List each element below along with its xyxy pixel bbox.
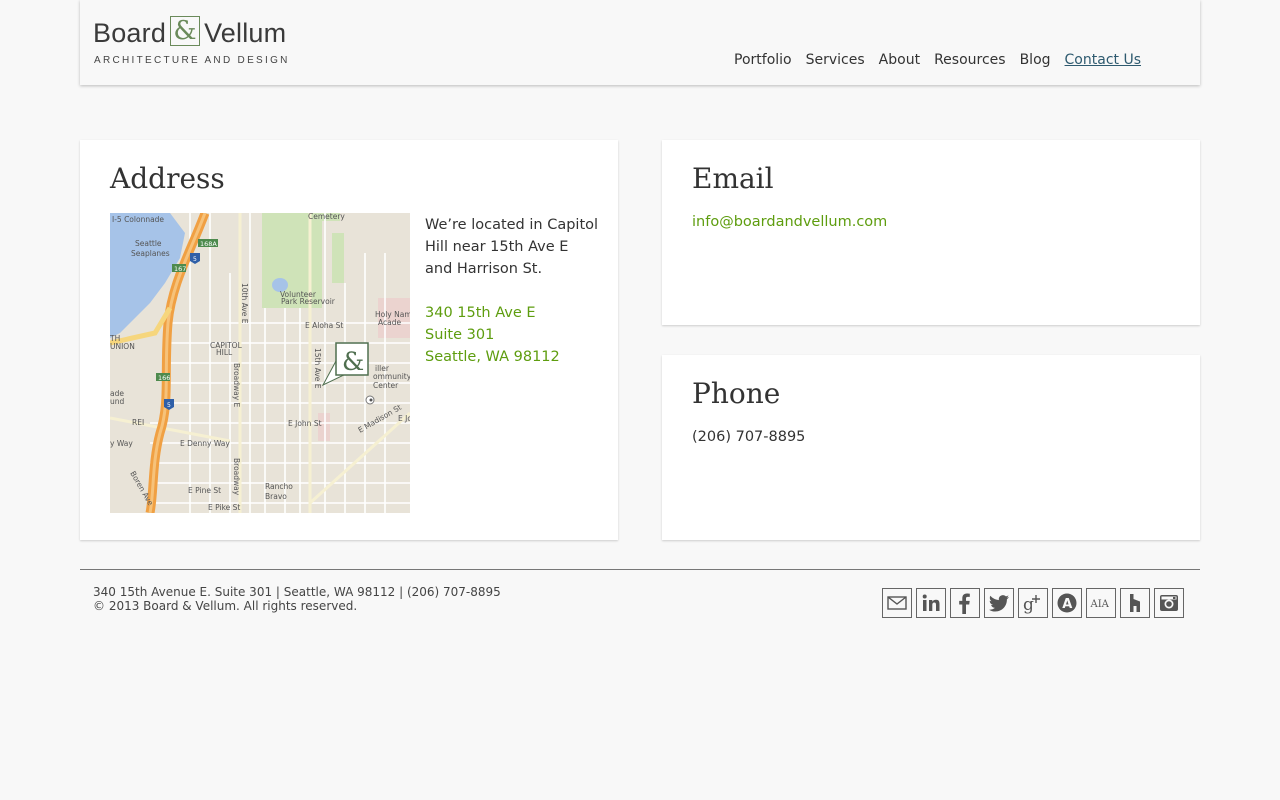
address-lines: 340 15th Ave E Suite 301 Seattle, WA 981…: [425, 302, 560, 368]
address-line-city[interactable]: Seattle, WA 98112: [425, 346, 560, 368]
svg-text:E Pine St: E Pine St: [188, 486, 221, 495]
phone-card: Phone (206) 707-8895: [662, 355, 1200, 540]
svg-text:E Denny Way: E Denny Way: [180, 439, 230, 448]
svg-text:Bravo: Bravo: [265, 492, 287, 501]
nav-blog[interactable]: Blog: [1020, 52, 1051, 68]
svg-text:Seattle: Seattle: [135, 239, 162, 248]
svg-text:E Aloha St: E Aloha St: [305, 321, 343, 330]
address-line-suite[interactable]: Suite 301: [425, 324, 560, 346]
email-card: Email info@boardandvellum.com: [662, 140, 1200, 325]
svg-text:5: 5: [167, 402, 171, 409]
footer-address: 340 15th Avenue E. Suite 301 | Seattle, …: [93, 585, 501, 599]
email-icon[interactable]: [882, 588, 912, 618]
logo-tagline: ARCHITECTURE AND DESIGN: [94, 55, 290, 66]
svg-text:Center: Center: [373, 381, 399, 390]
svg-text:und: und: [110, 397, 125, 406]
svg-text:g: g: [1023, 595, 1034, 614]
svg-text:E John St: E John St: [288, 419, 322, 428]
svg-text:&: &: [342, 347, 364, 376]
nav-resources[interactable]: Resources: [934, 52, 1006, 68]
nav-about[interactable]: About: [879, 52, 920, 68]
footer-info: 340 15th Avenue E. Suite 301 | Seattle, …: [93, 585, 501, 613]
svg-text:Park Reservoir: Park Reservoir: [281, 297, 336, 306]
svg-text:HILL: HILL: [216, 348, 233, 357]
svg-text:Acade: Acade: [378, 318, 401, 327]
svg-text:10th Ave E: 10th Ave E: [240, 283, 249, 324]
facebook-icon[interactable]: [950, 588, 980, 618]
phone-number: (206) 707-8895: [692, 429, 806, 445]
svg-text:I-5 Colonnade: I-5 Colonnade: [112, 215, 164, 224]
map-graphic: I-5 Colonnade Cemetery SeattleSeaplanes …: [110, 213, 410, 513]
svg-text:y Way: y Way: [110, 439, 133, 448]
svg-text:5: 5: [193, 256, 197, 263]
nav-portfolio[interactable]: Portfolio: [734, 52, 792, 68]
nav-services[interactable]: Services: [806, 52, 865, 68]
svg-text:Cemetery: Cemetery: [308, 213, 345, 221]
svg-text:15th Ave E: 15th Ave E: [313, 348, 322, 389]
location-map[interactable]: I-5 Colonnade Cemetery Seattle Seaplanes …: [110, 213, 410, 513]
logo-wordmark: Board & Vellum: [93, 16, 287, 48]
svg-text:AIA: AIA: [1090, 599, 1110, 610]
linkedin-icon[interactable]: [916, 588, 946, 618]
svg-text:REI: REI: [132, 418, 144, 427]
email-heading: Email: [692, 162, 774, 195]
svg-text:E Pike St: E Pike St: [208, 503, 240, 512]
houzz-icon[interactable]: [1120, 588, 1150, 618]
nav-contact-us[interactable]: Contact Us: [1065, 52, 1141, 68]
site-header: Board & Vellum ARCHITECTURE AND DESIGN Por…: [80, 0, 1200, 85]
svg-text:E Jol: E Jol: [398, 414, 410, 423]
address-card: Address I-5 Colonnade Cemetery Seattle S…: [80, 140, 618, 540]
svg-text:UNION: UNION: [110, 342, 135, 351]
address-heading: Address: [110, 162, 225, 195]
google-plus-icon[interactable]: g: [1018, 588, 1048, 618]
phone-heading: Phone: [692, 377, 781, 410]
footer-copyright: © 2013 Board & Vellum. All rights reserv…: [93, 599, 358, 613]
aia-icon[interactable]: AIA: [1086, 588, 1116, 618]
svg-text:A: A: [1062, 597, 1072, 612]
archdaily-icon[interactable]: A: [1052, 588, 1082, 618]
social-links: g A AIA: [882, 588, 1184, 618]
footer-divider: [80, 569, 1200, 570]
twitter-icon[interactable]: [984, 588, 1014, 618]
svg-text:ommunity: ommunity: [373, 372, 410, 381]
svg-text:Broadway E: Broadway E: [232, 363, 241, 408]
svg-text:Broadway: Broadway: [232, 458, 241, 496]
svg-text:Seaplanes: Seaplanes: [131, 249, 170, 258]
logo-ampersand: &: [170, 16, 201, 46]
address-line-street[interactable]: 340 15th Ave E: [425, 302, 560, 324]
address-description: We’re located in Capitol Hill near 15th …: [425, 217, 599, 277]
instagram-icon[interactable]: [1154, 588, 1184, 618]
svg-text:Rancho: Rancho: [265, 482, 293, 491]
email-link[interactable]: info@boardandvellum.com: [692, 214, 887, 230]
brand-logo[interactable]: Board & Vellum ARCHITECTURE AND DESIGN: [93, 16, 293, 70]
main-nav: Portfolio Services About Resources Blog …: [734, 52, 1141, 68]
svg-text:166: 166: [158, 374, 170, 382]
svg-text:167: 167: [174, 265, 186, 273]
svg-text:168A: 168A: [200, 240, 217, 248]
